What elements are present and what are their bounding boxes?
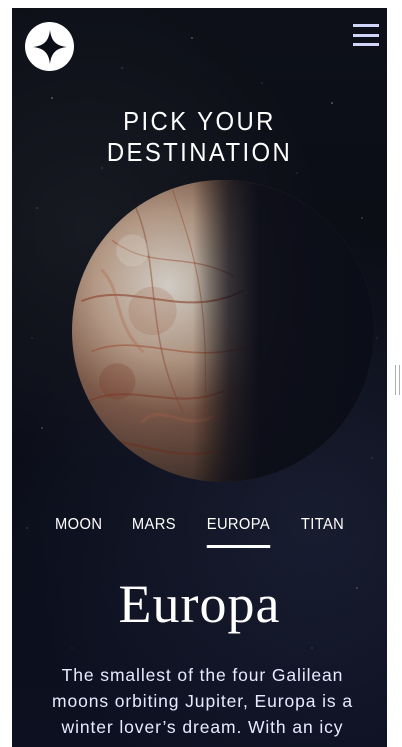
- tab-moon[interactable]: MOON: [55, 516, 102, 548]
- menu-bar: [353, 33, 379, 37]
- app-frame: PICK YOUR DESTINATION MOON MARS EUROPA T…: [12, 8, 387, 747]
- tab-europa[interactable]: EUROPA: [206, 516, 271, 548]
- europa-planet-image: [72, 180, 374, 482]
- tab-titan[interactable]: TITAN: [301, 516, 344, 548]
- page-title: PICK YOUR DESTINATION: [106, 106, 293, 167]
- destination-tabs: MOON MARS EUROPA TITAN: [12, 516, 387, 548]
- scrollbar-grip[interactable]: [395, 365, 400, 395]
- menu-bar: [353, 43, 379, 46]
- tab-mars[interactable]: MARS: [132, 516, 176, 548]
- menu-bar: [353, 24, 379, 27]
- logo[interactable]: [25, 22, 74, 71]
- hamburger-menu-icon[interactable]: [353, 24, 379, 46]
- four-point-star-icon: [32, 29, 67, 64]
- destination-name: Europa: [118, 574, 281, 634]
- destination-description: The smallest of the four Galilean moons …: [52, 665, 353, 737]
